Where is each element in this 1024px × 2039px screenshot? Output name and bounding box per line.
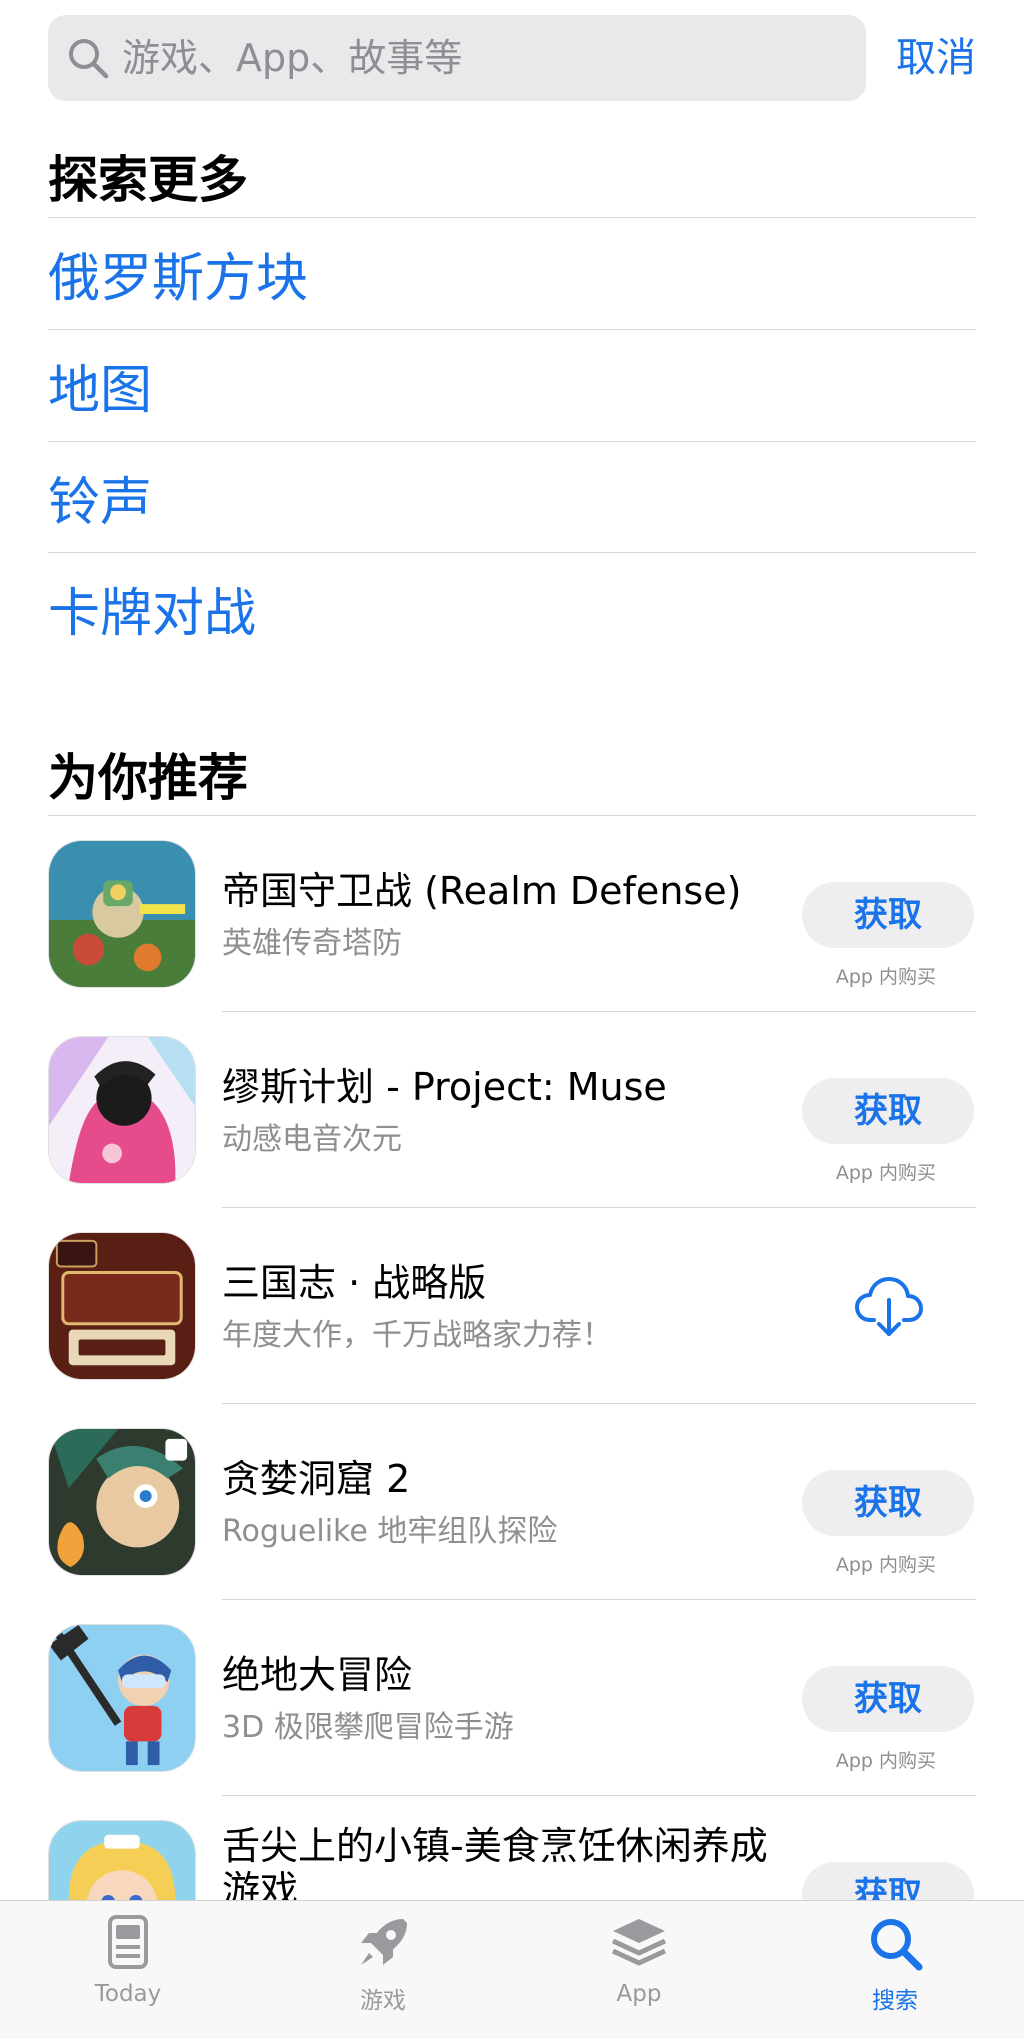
app-name: 绝地大冒险 [222, 1653, 413, 1697]
explore-item-tetris[interactable]: 俄罗斯方块 [48, 218, 976, 328]
search-bar: 游戏、App、故事等 取消 [48, 15, 976, 101]
tab-label: App [616, 1981, 662, 2007]
search-icon [871, 1919, 923, 1971]
search-placeholder: 游戏、App、故事等 [122, 36, 463, 80]
app-icon-jedi-adventure [48, 1624, 196, 1772]
in-app-purchase-note: App 内购买 [835, 1750, 936, 1772]
tab-label: Today [94, 1981, 162, 2007]
tab-bar: Today 游戏 App 搜索 [0, 1900, 1024, 2039]
in-app-purchase-note: App 内购买 [835, 1554, 936, 1576]
app-row-jedi-adventure[interactable]: 绝地大冒险 3D 极限攀爬冒险手游 获取 App 内购买 [48, 1600, 976, 1796]
tab-label: 搜索 [872, 1988, 918, 2014]
app-row-realm-defense[interactable]: 帝国守卫战 (Realm Defense) 英雄传奇塔防 获取 App 内购买 [48, 816, 976, 1012]
in-app-purchase-note: App 内购买 [835, 966, 936, 988]
explore-item-card-battle[interactable]: 卡牌对战 [48, 553, 976, 663]
app-subtitle: 动感电音次元 [222, 1122, 402, 1157]
get-button[interactable]: 获取 [802, 1078, 974, 1144]
in-app-purchase-note: App 内购买 [835, 1162, 936, 1184]
app-row-greedy-cave-2[interactable]: 贪婪洞窟 2 Roguelike 地牢组队探险 获取 App 内购买 [48, 1404, 976, 1600]
app-name: 舌尖上的小镇-美食烹饪休闲养成游戏 [222, 1824, 768, 1912]
tab-today[interactable]: Today [58, 1913, 198, 2023]
app-name: 帝国守卫战 (Realm Defense) [222, 869, 742, 913]
get-button[interactable]: 获取 [802, 882, 974, 948]
app-subtitle: 3D 极限攀爬冒险手游 [222, 1710, 514, 1745]
app-name: 缪斯计划 - Project: Muse [222, 1065, 667, 1109]
search-input[interactable]: 游戏、App、故事等 [48, 15, 866, 101]
explore-section-title: 探索更多 [48, 151, 248, 209]
app-subtitle: Roguelike 地牢组队探险 [222, 1514, 558, 1549]
tab-search[interactable]: 搜索 [825, 1913, 965, 2023]
app-name: 三国志 · 战略版 [222, 1261, 487, 1305]
app-subtitle: 年度大作，千万战略家力荐！ [222, 1318, 612, 1353]
app-row-project-muse[interactable]: 缪斯计划 - Project: Muse 动感电音次元 获取 App 内购买 [48, 1012, 976, 1208]
cancel-button[interactable]: 取消 [896, 15, 976, 101]
get-button[interactable]: 获取 [802, 1666, 974, 1732]
today-icon [108, 1915, 148, 1969]
download-cloud-icon[interactable] [854, 1274, 924, 1340]
app-row-sanguozhi[interactable]: 三国志 · 战略版 年度大作，千万战略家力荐！ [48, 1208, 976, 1404]
search-icon [69, 39, 109, 79]
explore-item-map[interactable]: 地图 [48, 330, 976, 440]
rocket-icon [361, 1919, 407, 1965]
app-icon-greedy-cave-2 [48, 1428, 196, 1576]
app-name: 贪婪洞窟 2 [222, 1457, 411, 1501]
get-button[interactable]: 获取 [802, 1470, 974, 1536]
app-icon-sanguozhi [48, 1232, 196, 1380]
app-icon-realm-defense [48, 840, 196, 988]
explore-item-ringtone[interactable]: 铃声 [48, 442, 976, 552]
tab-label: 游戏 [360, 1988, 406, 2014]
app-icon-project-muse [48, 1036, 196, 1184]
recommend-section-title: 为你推荐 [48, 749, 248, 807]
app-subtitle: 英雄传奇塔防 [222, 926, 402, 961]
app-stack-icon [611, 1919, 667, 1966]
tab-apps[interactable]: App [569, 1913, 709, 2023]
tab-games[interactable]: 游戏 [313, 1913, 453, 2023]
